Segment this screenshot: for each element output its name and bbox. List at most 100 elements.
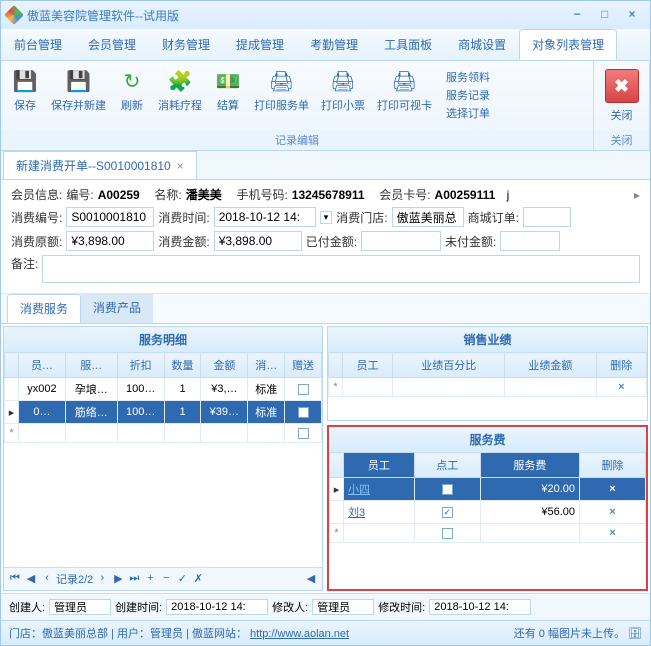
menu-item[interactable]: 前台管理 (1, 29, 75, 60)
select-order-link[interactable]: 选择订单 (446, 105, 490, 121)
dropdown-icon[interactable]: ▾ (320, 211, 333, 224)
printer-icon: 🖨 (268, 67, 296, 95)
modifier-input[interactable] (312, 599, 374, 615)
table-row[interactable]: 刘3✓¥56.00× (330, 501, 646, 524)
nav-del-icon[interactable]: − (159, 572, 173, 586)
delete-icon[interactable]: × (609, 483, 615, 495)
menu-item-active[interactable]: 对象列表管理 (519, 29, 617, 60)
sales-panel: 销售业绩 员工业绩百分比业绩金额删除 *× (327, 326, 648, 421)
checkbox-icon[interactable] (442, 528, 453, 539)
print-service-button[interactable]: 🖨打印服务单 (248, 65, 315, 115)
nav-add-icon[interactable]: + (143, 572, 157, 586)
checkbox-icon[interactable] (298, 407, 309, 418)
remark-input[interactable] (42, 255, 640, 283)
menu-item[interactable]: 财务管理 (149, 29, 223, 60)
puzzle-icon: 🧩 (166, 67, 194, 95)
member-name: 潘美美 (186, 186, 222, 203)
maximize-button[interactable]: □ (593, 7, 617, 23)
checkbox-icon[interactable] (298, 428, 309, 439)
money-icon: 💵 (214, 67, 242, 95)
service-material-link[interactable]: 服务领料 (446, 69, 490, 85)
mall-order-input[interactable] (523, 207, 571, 227)
menu-item[interactable]: 商城设置 (445, 29, 519, 60)
bill-no-input[interactable] (66, 207, 154, 227)
table-row-new[interactable]: *× (330, 524, 646, 543)
website-link[interactable]: http://www.aolan.net (250, 628, 349, 640)
menu-item[interactable]: 考勤管理 (297, 29, 371, 60)
settle-button[interactable]: 💵结算 (208, 65, 248, 115)
member-card: A00259111 (435, 188, 496, 202)
tab-service[interactable]: 消费服务 (7, 294, 81, 323)
minimize-button[interactable]: − (565, 7, 589, 23)
menu-item[interactable]: 工具面板 (371, 29, 445, 60)
print-card-button[interactable]: 🖨打印可视卡 (371, 65, 438, 115)
table-row[interactable]: ▸小四¥20.00× (330, 478, 646, 501)
footer-row: 创建人: 创建时间: 修改人: 修改时间: (1, 593, 650, 620)
nav-cancel-icon[interactable]: ✗ (191, 572, 205, 586)
statusbar: 门店：傲蓝美丽总部 | 用户：管理员 | 傲蓝网站： http://www.ao… (1, 620, 650, 645)
checkbox-icon[interactable] (442, 484, 453, 495)
body-grids: 服务明细 员… 服… 折扣 数量 金额 消… 赠送 yx002孕埌…100…1¥… (1, 324, 650, 593)
menu-item[interactable]: 提成管理 (223, 29, 297, 60)
consume-time-input[interactable] (214, 207, 316, 227)
printer-icon: 🖨 (391, 67, 419, 95)
nav-left-icon[interactable]: ◀ (304, 572, 318, 586)
print-slip-button[interactable]: 🖨打印小票 (315, 65, 371, 115)
save-button[interactable]: 💾保存 (5, 65, 45, 115)
mtime-input[interactable] (429, 599, 531, 615)
sales-grid: 员工业绩百分比业绩金额删除 *× (328, 352, 647, 397)
store-input[interactable] (392, 207, 464, 227)
table-row-selected[interactable]: ▸0…筋络…100…1¥39…标准 (5, 401, 322, 424)
grid-navigator: ⏮ ◀ ‹ 记录2/2 › ▶ ⏭ + − ✓ ✗ ◀ (4, 567, 322, 590)
menu-item[interactable]: 会员管理 (75, 29, 149, 60)
chevron-right-icon[interactable]: ▸ (634, 188, 640, 202)
unpaid-input[interactable] (500, 231, 560, 251)
document-tab[interactable]: 新建消费开单--S0010001810× (3, 151, 197, 179)
fee-panel: 服务费 员工点工服务费删除 ▸小四¥20.00× 刘3✓¥56.00× *× (327, 425, 648, 591)
member-number: A00259 (98, 188, 140, 202)
db-icon[interactable]: 🗄 (628, 628, 642, 640)
checkbox-icon[interactable]: ✓ (442, 507, 453, 518)
save-new-button[interactable]: 💾保存并新建 (45, 65, 112, 115)
window-close-button[interactable]: × (620, 7, 644, 23)
app-logo-icon (4, 5, 24, 25)
checkbox-icon[interactable] (298, 384, 309, 395)
service-record-link[interactable]: 服务记录 (446, 87, 490, 103)
inner-tabs: 消费服务 消费产品 (1, 294, 650, 324)
tab-product[interactable]: 消费产品 (81, 294, 153, 323)
orig-amount-input[interactable] (66, 231, 154, 251)
refresh-button[interactable]: ↻刷新 (112, 65, 152, 115)
amount-input[interactable] (214, 231, 302, 251)
close-label: 关闭 (611, 107, 633, 123)
table-row[interactable]: yx002孕埌…100…1¥3,…标准 (5, 378, 322, 401)
delete-icon[interactable]: × (609, 527, 615, 539)
service-detail-panel: 服务明细 员… 服… 折扣 数量 金额 消… 赠送 yx002孕埌…100…1¥… (3, 326, 323, 591)
member-phone: 13245678911 (292, 188, 365, 202)
nav-back-icon[interactable]: ‹ (40, 572, 54, 586)
consume-button[interactable]: 🧩消耗疗程 (152, 65, 208, 115)
ribbon-close-title: 关闭 (594, 130, 649, 150)
paid-input[interactable] (361, 231, 441, 251)
ctime-input[interactable] (166, 599, 268, 615)
nav-last-icon[interactable]: ⏭ (127, 572, 141, 586)
table-row-new[interactable]: *× (329, 378, 647, 397)
save-new-icon: 💾 (65, 67, 93, 95)
nav-first-icon[interactable]: ⏮ (8, 572, 22, 586)
delete-icon[interactable]: × (618, 381, 624, 393)
nav-next-icon[interactable]: ▶ (111, 572, 125, 586)
app-window: 傲蓝美容院管理软件--试用版 − □ × 前台管理 会员管理 财务管理 提成管理… (0, 0, 651, 646)
save-icon: 💾 (11, 67, 39, 95)
titlebar: 傲蓝美容院管理软件--试用版 − □ × (1, 1, 650, 29)
close-button[interactable]: ✖ (605, 69, 639, 103)
table-row-new[interactable]: * (5, 424, 322, 443)
form-area: 会员信息: 编号:A00259 名称:潘美美 手机号码:13245678911 … (1, 180, 650, 294)
delete-icon[interactable]: × (609, 506, 615, 518)
refresh-icon: ↻ (118, 67, 146, 95)
nav-ok-icon[interactable]: ✓ (175, 572, 189, 586)
creator-input[interactable] (49, 599, 111, 615)
nav-fwd-icon[interactable]: › (95, 572, 109, 586)
nav-prev-icon[interactable]: ◀ (24, 572, 38, 586)
ribbon: 💾保存 💾保存并新建 ↻刷新 🧩消耗疗程 💵结算 🖨打印服务单 🖨打印小票 🖨打… (1, 61, 650, 151)
tab-close-icon[interactable]: × (177, 159, 184, 173)
menubar: 前台管理 会员管理 财务管理 提成管理 考勤管理 工具面板 商城设置 对象列表管… (1, 29, 650, 61)
